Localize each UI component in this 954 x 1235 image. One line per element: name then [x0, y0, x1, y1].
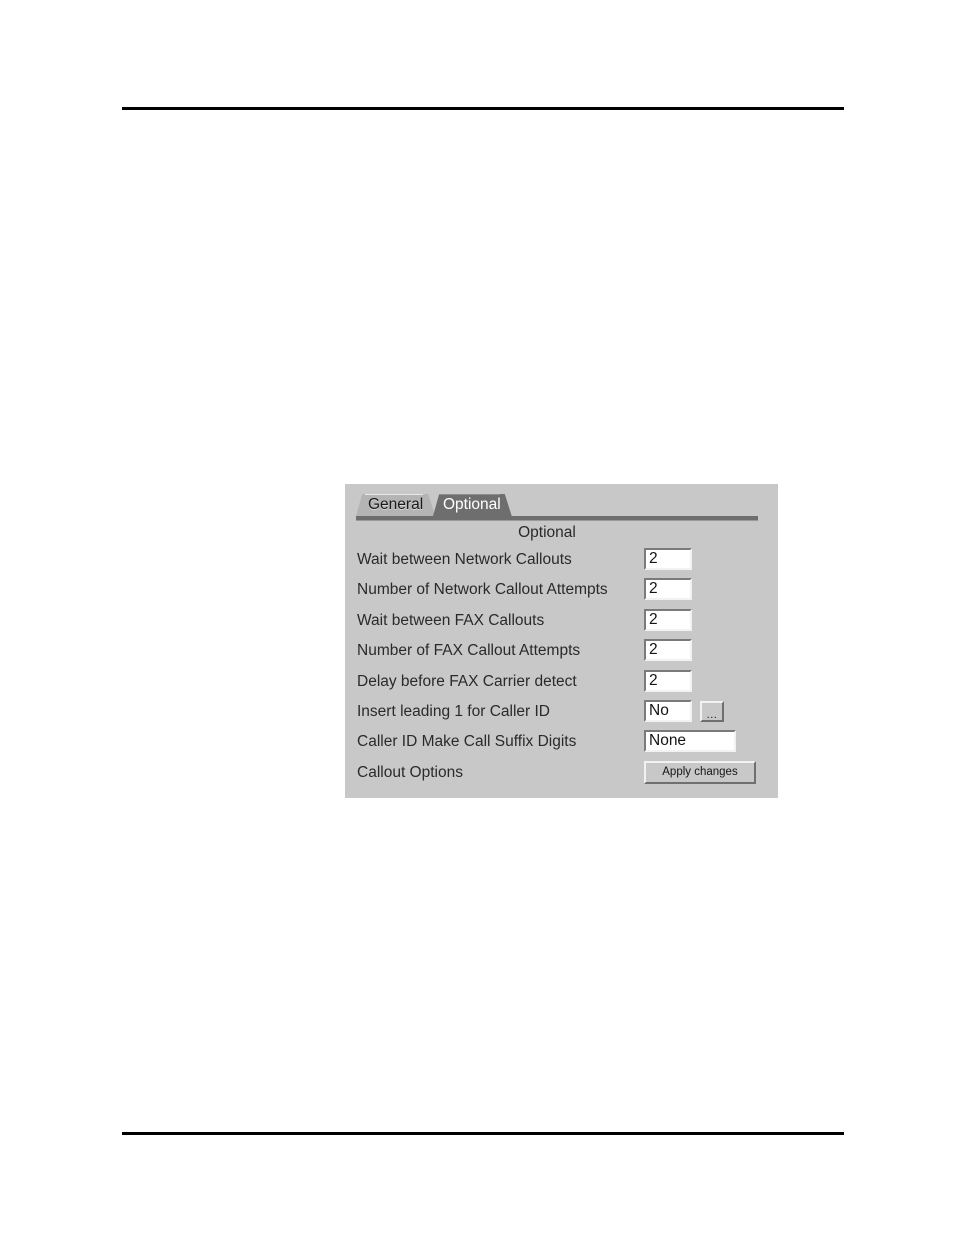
tab-optional[interactable]: Optional: [433, 494, 512, 516]
optional-settings-dialog: General Optional Optional Wait between N…: [345, 484, 778, 798]
tab-general[interactable]: General: [356, 494, 435, 516]
input-delay-before-fax-carrier-detect[interactable]: 2: [644, 669, 692, 692]
form-row: Delay before FAX Carrier detect 2: [357, 669, 767, 700]
form-row: Number of FAX Callout Attempts 2: [357, 639, 767, 669]
input-caller-id-make-call-suffix-digits[interactable]: None: [644, 730, 736, 753]
form-row: Callout Options Apply changes: [357, 760, 767, 791]
input-wait-between-network-callouts[interactable]: 2: [644, 548, 692, 570]
form-row: Wait between Network Callouts 2: [357, 548, 767, 578]
label-wait-between-fax-callouts: Wait between FAX Callouts: [357, 611, 545, 629]
form-row: Caller ID Make Call Suffix Digits None: [357, 730, 767, 760]
tab-strip: General Optional: [345, 492, 778, 522]
page-header-rule: [122, 107, 844, 110]
form-row: Insert leading 1 for Caller ID No ...: [357, 699, 767, 730]
tab-general-label: General: [368, 496, 424, 513]
label-insert-leading-1-for-caller-id: Insert leading 1 for Caller ID: [357, 702, 550, 720]
input-number-of-fax-callout-attempts[interactable]: 2: [644, 639, 692, 662]
form-row: Number of Network Callout Attempts 2: [357, 578, 767, 608]
label-number-of-fax-callout-attempts: Number of FAX Callout Attempts: [357, 642, 581, 660]
input-number-of-network-callout-attempts[interactable]: 2: [644, 578, 692, 601]
tab-optional-label: Optional: [443, 496, 501, 513]
label-delay-before-fax-carrier-detect: Delay before FAX Carrier detect: [357, 672, 577, 690]
page-footer-rule: [122, 1132, 844, 1135]
label-callout-options: Callout Options: [357, 763, 463, 781]
label-number-of-network-callout-attempts: Number of Network Callout Attempts: [357, 581, 608, 599]
settings-form: Wait between Network Callouts 2 Number o…: [357, 548, 767, 791]
section-heading: Optional: [518, 524, 576, 541]
apply-changes-button[interactable]: Apply changes: [644, 760, 756, 784]
label-wait-between-network-callouts: Wait between Network Callouts: [357, 551, 572, 568]
form-row: Wait between FAX Callouts 2: [357, 608, 767, 639]
label-caller-id-make-call-suffix-digits: Caller ID Make Call Suffix Digits: [357, 733, 577, 751]
input-insert-leading-1-for-caller-id[interactable]: No: [644, 699, 692, 722]
tab-strip-underline-shadow: [356, 520, 758, 521]
browse-ellipsis-button[interactable]: ...: [700, 700, 724, 722]
input-wait-between-fax-callouts[interactable]: 2: [644, 608, 692, 631]
